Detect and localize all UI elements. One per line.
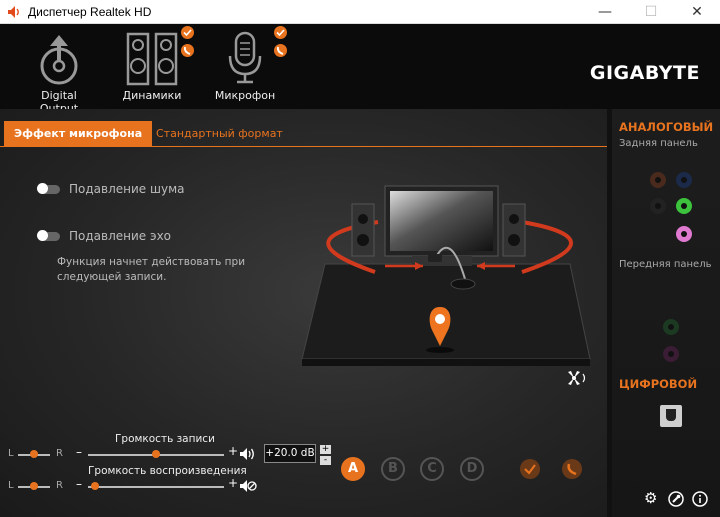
echo-suppression-label: Подавление эхо — [69, 229, 172, 243]
info-icon[interactable] — [692, 491, 708, 507]
window-title: Диспетчер Realtek HD — [28, 4, 152, 19]
mode-d-button[interactable]: D — [460, 457, 484, 481]
check-button[interactable] — [520, 459, 540, 479]
balance-right-label: R — [56, 448, 63, 459]
front-jack-pink[interactable] — [663, 346, 679, 362]
device-label: Динамики — [122, 89, 182, 102]
record-volume-thumb[interactable] — [152, 450, 160, 458]
wrench-icon[interactable] — [668, 491, 684, 507]
device-digital-output[interactable]: Digital Output — [22, 30, 96, 115]
playback-balance-thumb[interactable] — [30, 482, 38, 490]
close-button[interactable]: ✕ — [674, 0, 720, 24]
rear-jack-orange[interactable] — [650, 172, 666, 188]
balance-right-label: R — [56, 480, 63, 491]
balance-left-label: L — [8, 480, 14, 491]
rear-jack-pink[interactable] — [676, 226, 692, 242]
title-bar: Диспетчер Realtek HD — ☐ ✕ — [0, 0, 720, 24]
main-panel: Эффект микрофона Стандартный формат Пода… — [0, 109, 607, 517]
phone-icon — [567, 463, 577, 476]
db-decrease-button[interactable]: - — [320, 456, 331, 465]
digital-output-icon — [40, 35, 78, 85]
noise-suppression-row: Подавление шума — [37, 182, 185, 196]
device-microphone[interactable]: Микрофон — [210, 30, 280, 102]
minimize-button[interactable]: — — [582, 0, 628, 24]
right-speaker-icon — [502, 203, 526, 257]
volume-up-icon[interactable]: + — [228, 476, 238, 490]
brand-logo: GIGABYTE — [589, 62, 700, 84]
mute-icon[interactable] — [239, 479, 257, 493]
noise-suppression-toggle[interactable] — [37, 182, 60, 194]
digital-heading: ЦИФРОВОЙ — [619, 377, 698, 391]
room-calibration-icon — [568, 371, 586, 385]
check-icon — [181, 26, 194, 39]
device-bar: Digital Output Динамики Микрофон GIG — [0, 24, 720, 115]
speaker-app-icon — [8, 5, 19, 18]
mode-b-button[interactable]: B — [381, 457, 405, 481]
check-icon — [274, 26, 287, 39]
rear-jack-blue[interactable] — [676, 172, 692, 188]
balance-left-label: L — [8, 448, 14, 459]
front-jack-green[interactable] — [663, 319, 679, 335]
echo-suppression-row: Подавление эхо — [37, 229, 172, 243]
playback-volume-thumb[interactable] — [90, 482, 99, 490]
db-increase-button[interactable]: + — [320, 445, 331, 454]
effect-note: Функция начнет действовать при следующей… — [57, 256, 246, 283]
phone-button[interactable] — [562, 459, 582, 479]
rear-panel-label: Задняя панель — [619, 138, 698, 149]
volume-up-icon[interactable]: + — [228, 444, 238, 458]
noise-suppression-label: Подавление шума — [69, 182, 185, 196]
rear-jack-green[interactable] — [676, 198, 692, 214]
volume-down-icon[interactable]: – — [76, 477, 82, 491]
check-icon — [524, 464, 536, 475]
tab-default-format[interactable]: Стандартный формат — [146, 121, 293, 147]
connector-panel: АНАЛОГОВЫЙ Задняя панель Передняя панель… — [612, 109, 720, 517]
device-label: Микрофон — [214, 89, 276, 102]
db-readout: +20.0 dB — [264, 444, 316, 463]
speakers-icon — [126, 32, 178, 86]
echo-suppression-toggle[interactable] — [37, 229, 60, 241]
phone-icon — [274, 44, 287, 57]
phone-icon — [181, 44, 194, 57]
monitor-icon — [384, 185, 499, 266]
playback-volume-slider[interactable] — [88, 486, 224, 488]
microphone-icon — [228, 31, 262, 84]
mode-a-button[interactable]: A — [341, 457, 365, 481]
gear-icon[interactable]: ⚙ — [644, 489, 657, 507]
spdif-port-icon[interactable] — [660, 405, 682, 427]
analog-heading: АНАЛОГОВЫЙ — [619, 120, 714, 134]
playback-volume-title: Громкость воспроизведения — [88, 465, 247, 477]
volume-down-icon[interactable]: – — [76, 445, 82, 459]
device-speakers[interactable]: Динамики — [117, 30, 187, 102]
maximize-button[interactable]: ☐ — [628, 0, 674, 24]
front-panel-label: Передняя панель — [619, 259, 712, 270]
mode-c-button[interactable]: C — [420, 457, 444, 481]
rear-jack-black[interactable] — [650, 198, 666, 214]
record-balance-thumb[interactable] — [30, 450, 38, 458]
tab-bar: Эффект микрофона Стандартный формат — [0, 117, 607, 147]
speaker-volume-icon[interactable] — [239, 447, 257, 461]
record-volume-title: Громкость записи — [115, 433, 215, 445]
tab-microphone-effect[interactable]: Эффект микрофона — [4, 121, 153, 147]
room-scene — [301, 185, 591, 385]
left-speaker-icon — [351, 203, 375, 257]
